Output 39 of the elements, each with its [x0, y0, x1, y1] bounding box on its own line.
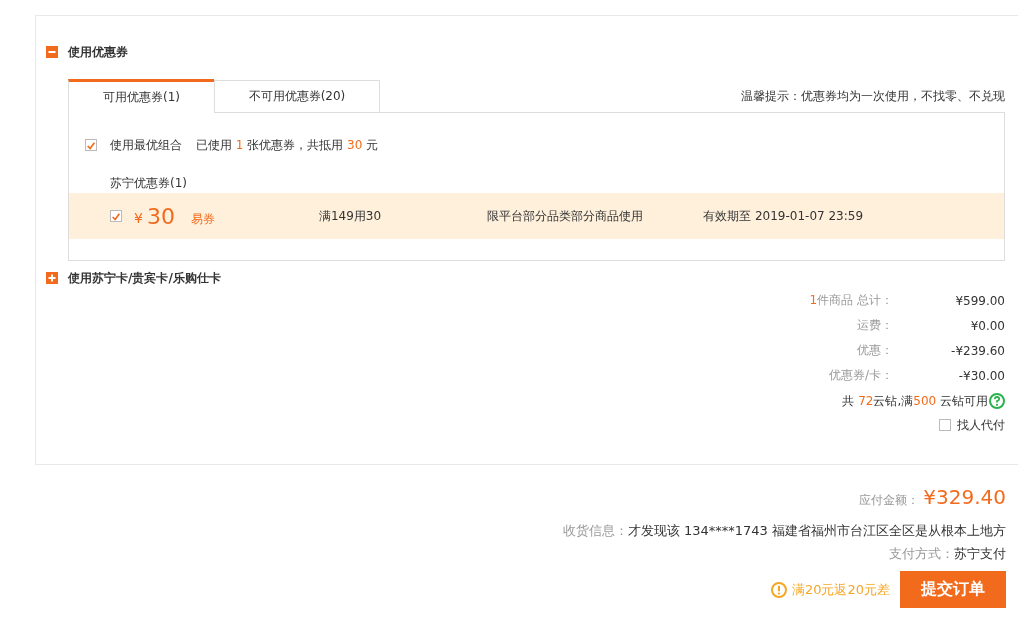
- section-title: 使用优惠券: [68, 43, 128, 61]
- summary-value: ¥0.00: [969, 318, 1005, 333]
- shipping-label: 收货信息：: [562, 521, 628, 540]
- coins-text: 共 72云钻,满500 云钻可用: [842, 392, 988, 410]
- summary-label: 优惠券/卡：: [828, 367, 893, 384]
- summary-label: 优惠：: [857, 342, 893, 359]
- collapse-icon[interactable]: [46, 46, 58, 58]
- checkbox[interactable]: [939, 419, 951, 431]
- checkbox[interactable]: [110, 210, 122, 222]
- expand-icon[interactable]: [46, 272, 58, 284]
- coupon-type: 易券: [190, 210, 215, 228]
- coupon-row[interactable]: ¥ 30 易券 满149用30 限平台部分品类部分商品使用 有效期至 2019-01-07 23:59: [69, 193, 1004, 239]
- pay-for-me-label: 找人代付: [957, 416, 1005, 434]
- total-amount: ¥329.40: [923, 485, 1006, 509]
- group-title: 苏宁优惠券(1): [109, 175, 188, 192]
- tip-text: 温馨提示：优惠券均为一次使用，不找零、不兑现: [741, 88, 1005, 105]
- coupon-tab[interactable]: 不可用优惠券(20): [214, 80, 380, 113]
- payment-label: 支付方式：: [889, 544, 954, 563]
- coupon-amount: 30: [146, 203, 175, 229]
- shipping-address: 才发现该 134****1743 福建省福州市台江区全区是从根本上地方: [627, 521, 1006, 540]
- summary-label: 1件商品 总计：: [809, 292, 893, 309]
- total-label: 应付金额：: [859, 492, 920, 509]
- usage-summary: 已使用 1 张优惠券，共抵用 30 元: [196, 136, 379, 154]
- summary-label: 运费：: [857, 317, 893, 334]
- currency-sign: ¥: [134, 210, 143, 226]
- coupon-tab[interactable]: 可用优惠券(1): [68, 79, 214, 113]
- section-title: 使用苏宁卡/贵宾卡/乐购仕卡: [68, 269, 221, 287]
- help-icon[interactable]: [989, 393, 1005, 409]
- summary-value: -¥239.60: [950, 343, 1005, 358]
- summary-value: -¥30.00: [957, 368, 1005, 383]
- best-combo-label: 使用最优组合: [110, 136, 182, 154]
- coupon-rule: 满149用30: [318, 207, 382, 225]
- alert-icon: [770, 581, 787, 598]
- payment-method: 苏宁支付: [954, 544, 1006, 563]
- checkbox[interactable]: [85, 139, 97, 151]
- coupon-scope: 限平台部分品类部分商品使用: [487, 207, 644, 225]
- coupon-expiry: 有效期至 2019-01-07 23:59: [703, 207, 864, 225]
- promo-text: 满20元返20元差: [791, 580, 890, 599]
- summary-value: ¥599.00: [954, 293, 1005, 308]
